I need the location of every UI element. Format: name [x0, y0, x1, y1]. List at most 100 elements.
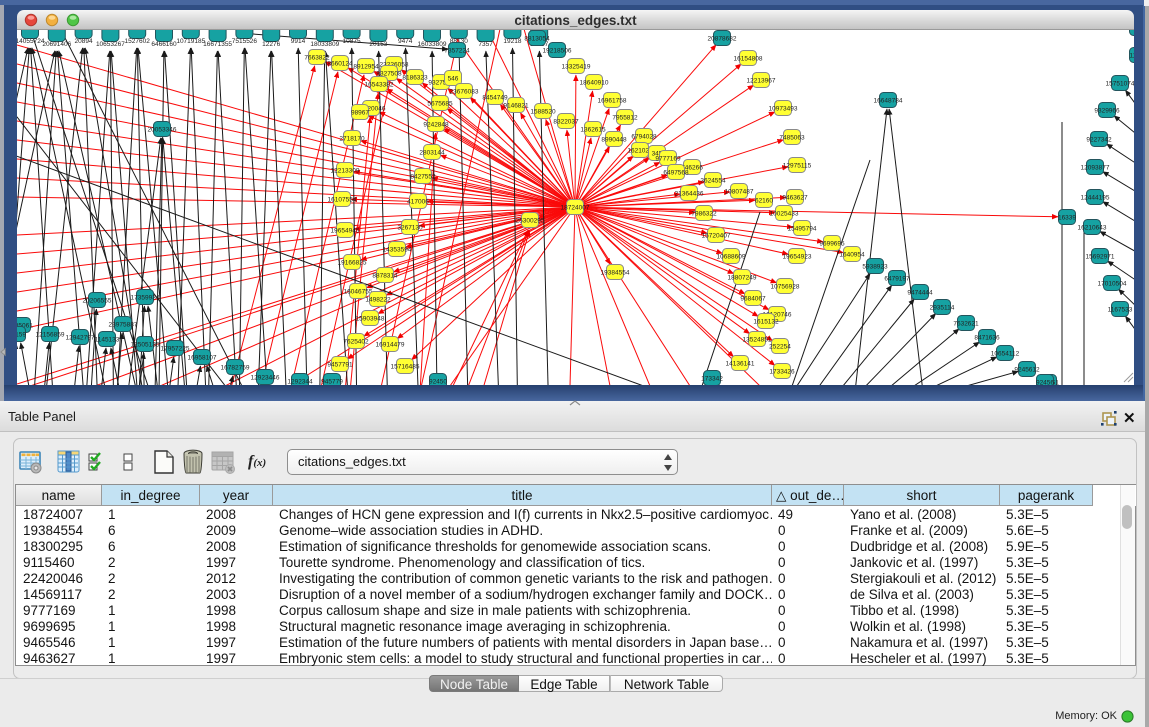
svg-text:14136141: 14136141	[726, 360, 755, 367]
svg-text:20691406: 20691406	[42, 41, 71, 48]
svg-text:9146821: 9146821	[503, 102, 529, 109]
svg-text:62160: 62160	[755, 197, 773, 204]
svg-text:13325419: 13325419	[562, 63, 591, 70]
svg-text:546: 546	[448, 75, 459, 82]
svg-text:7485063: 7485063	[779, 134, 805, 141]
svg-text:10025433: 10025433	[770, 210, 799, 217]
svg-text:9474444: 9474444	[907, 289, 933, 296]
svg-text:15720407: 15720407	[702, 232, 731, 239]
svg-text:9699695: 9699695	[819, 240, 845, 247]
svg-text:9457791: 9457791	[327, 361, 353, 368]
svg-text:7986322: 7986322	[691, 210, 717, 217]
svg-text:3624554: 3624554	[700, 177, 726, 184]
svg-text:92450: 92450	[429, 378, 447, 385]
svg-text:1362615: 1362615	[580, 126, 606, 133]
svg-text:8990448: 8990448	[601, 136, 627, 143]
svg-text:19218506: 19218506	[543, 47, 572, 54]
svg-text:8322037: 8322037	[553, 118, 579, 125]
svg-text:1615132: 1615132	[753, 318, 779, 325]
svg-text:1498222: 1498222	[365, 296, 391, 303]
svg-text:16154808: 16154808	[734, 55, 763, 62]
svg-text:252254: 252254	[769, 343, 791, 350]
svg-text:5675685: 5675685	[427, 100, 453, 107]
svg-text:173342: 173342	[701, 375, 723, 382]
svg-text:1588520: 1588520	[530, 108, 556, 115]
svg-text:10875: 10875	[343, 38, 361, 45]
svg-text:12975115: 12975115	[783, 162, 812, 169]
svg-text:7632621: 7632621	[953, 320, 979, 327]
svg-text:12505135: 12505135	[131, 341, 160, 348]
svg-text:11123: 11123	[1129, 52, 1134, 59]
svg-text:1733426: 1733426	[769, 368, 795, 375]
svg-text:98967: 98967	[351, 109, 369, 116]
svg-text:16914479: 16914479	[376, 341, 405, 348]
svg-text:7515526: 7515526	[232, 38, 258, 45]
svg-text:21364436: 21364436	[675, 190, 704, 197]
svg-text:16339: 16339	[1058, 214, 1076, 221]
svg-text:12213967: 12213967	[747, 77, 776, 84]
svg-text:9245612: 9245612	[1014, 366, 1040, 373]
svg-text:9474: 9474	[398, 38, 413, 45]
svg-text:19654945: 19654945	[331, 227, 360, 234]
svg-text:23676083: 23676083	[450, 88, 479, 95]
svg-text:6794028: 6794028	[631, 133, 657, 140]
svg-text:3267130: 3267130	[397, 224, 423, 231]
svg-text:14353594: 14353594	[383, 246, 412, 253]
svg-text:16782759: 16782759	[221, 364, 250, 371]
svg-text:17359934: 17359934	[131, 294, 160, 301]
svg-text:20206555: 20206555	[83, 297, 112, 304]
svg-text:19166825: 19166825	[338, 259, 367, 266]
svg-text:92456: 92456	[1036, 379, 1054, 385]
svg-text:10973493: 10973493	[769, 105, 798, 112]
svg-text:7357224: 7357224	[444, 47, 470, 54]
svg-text:16961758: 16961758	[598, 97, 627, 104]
svg-text:20878682: 20878682	[708, 35, 737, 42]
svg-text:8813054: 8813054	[524, 35, 550, 42]
svg-text:16671355: 16671355	[203, 41, 232, 48]
svg-text:9914: 9914	[291, 38, 306, 45]
svg-text:16210643: 16210643	[1078, 224, 1107, 231]
svg-text:10756928: 10756928	[771, 283, 800, 290]
svg-text:7357: 7357	[478, 41, 493, 48]
svg-text:6479197: 6479197	[884, 275, 910, 282]
svg-text:15692971: 15692971	[1086, 253, 1115, 260]
svg-text:20894: 20894	[75, 38, 93, 45]
svg-text:5938923: 5938923	[862, 263, 888, 270]
svg-text:2935114: 2935114	[930, 304, 955, 311]
svg-text:10688609: 10688609	[717, 253, 746, 260]
svg-text:13524851: 13524851	[743, 336, 772, 343]
svg-text:10719185: 10719185	[176, 38, 205, 45]
svg-text:15716485: 15716485	[391, 363, 420, 370]
svg-text:39159: 39159	[17, 331, 26, 338]
svg-text:17957225: 17957225	[161, 345, 190, 352]
svg-text:16958107: 16958107	[188, 354, 217, 361]
svg-text:12213309: 12213309	[331, 167, 360, 174]
svg-text:18033809: 18033809	[310, 41, 339, 48]
svg-text:8186323: 8186323	[402, 74, 428, 81]
svg-text:20053346: 20053346	[148, 126, 177, 133]
svg-text:12156859: 12156859	[36, 331, 65, 338]
svg-text:15751074: 15751074	[1106, 80, 1134, 87]
svg-text:12444195: 12444195	[1081, 194, 1110, 201]
svg-text:23975887: 23975887	[109, 321, 138, 328]
svg-text:8454749: 8454749	[482, 94, 508, 101]
svg-text:16107554: 16107554	[328, 196, 357, 203]
svg-text:19654923: 19654923	[783, 253, 812, 260]
svg-text:7955812: 7955812	[612, 114, 638, 121]
svg-text:10653267: 10653267	[96, 41, 125, 48]
svg-text:12942797: 12942797	[66, 334, 95, 341]
svg-text:9242848: 9242848	[423, 121, 449, 128]
svg-text:8471636: 8471636	[974, 334, 1000, 341]
svg-text:1167533: 1167533	[1108, 306, 1133, 313]
svg-text:9777169: 9777169	[655, 155, 681, 162]
svg-text:9463627: 9463627	[782, 194, 808, 201]
svg-text:18724007: 18724007	[561, 204, 590, 211]
svg-text:7625402: 7625402	[343, 338, 369, 345]
svg-text:9227342: 9227342	[1086, 136, 1112, 143]
svg-text:18640910: 18640910	[580, 79, 609, 86]
svg-text:25300295: 25300295	[516, 217, 545, 224]
svg-text:12276: 12276	[262, 41, 280, 48]
svg-text:2803144: 2803144	[419, 149, 445, 156]
svg-text:1527602: 1527602	[125, 38, 151, 45]
svg-text:2718170: 2718170	[339, 135, 365, 142]
